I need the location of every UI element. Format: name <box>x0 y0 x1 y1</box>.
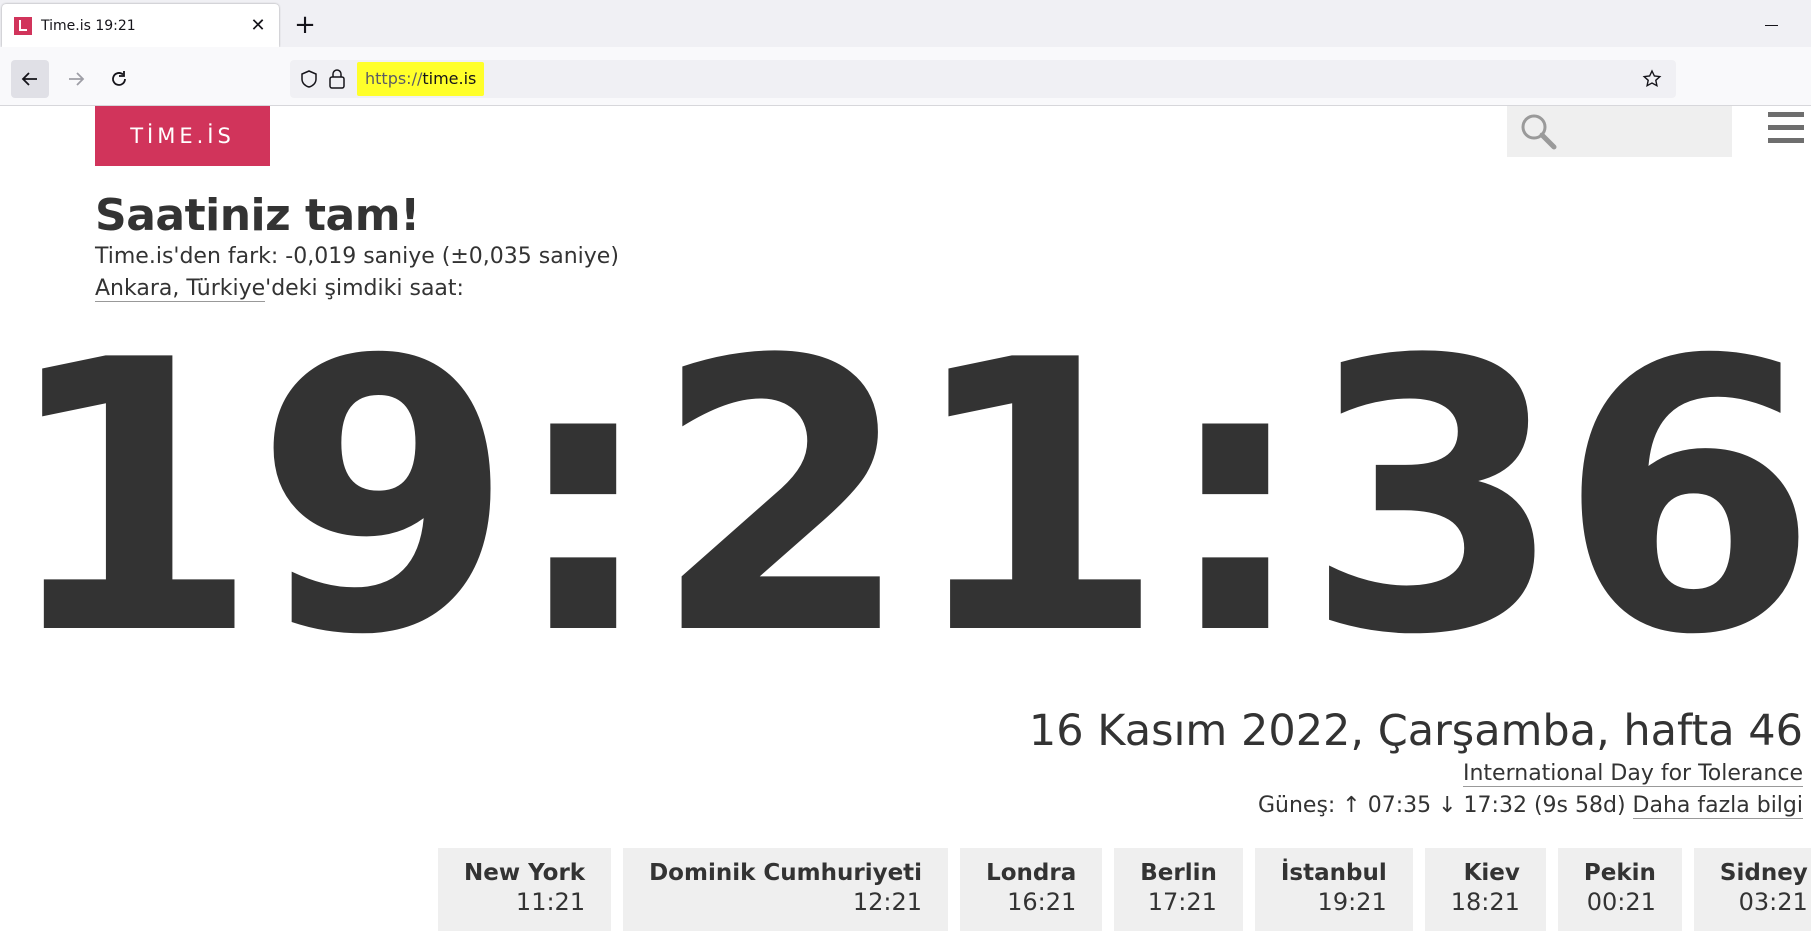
forward-button[interactable] <box>57 60 95 98</box>
reload-icon <box>112 71 126 86</box>
search-box[interactable] <box>1507 106 1732 157</box>
more-info-link[interactable]: Daha fazla bilgi <box>1632 793 1803 819</box>
url-text[interactable]: https://time.is <box>357 62 485 96</box>
tab-title: Time.is 19:21 <box>41 17 136 34</box>
city-clock[interactable]: Dominik Cumhuriyeti 12:21 <box>623 848 949 931</box>
city-name: Sidney <box>1719 860 1808 886</box>
city-name: Kiev <box>1463 860 1520 886</box>
city-time: 11:21 <box>515 888 586 916</box>
city-time: 18:21 <box>1450 888 1520 916</box>
city-clock[interactable]: Berlin 17:21 <box>1114 848 1243 931</box>
city-clock[interactable]: Kiev 18:21 <box>1424 848 1546 931</box>
city-clock[interactable]: Pekin 00:21 <box>1557 848 1682 931</box>
arrow-left-icon <box>21 72 37 86</box>
tracking-shield-icon[interactable] <box>299 69 319 89</box>
minimize-window-button[interactable] <box>1763 12 1783 32</box>
city-time: 17:21 <box>1147 888 1217 916</box>
city-clock[interactable]: Sidney 03:21 <box>1693 848 1811 931</box>
url-scheme: https:// <box>365 69 423 88</box>
timeis-favicon-icon <box>14 16 32 35</box>
city-time: 16:21 <box>1007 888 1077 916</box>
url-host: time.is <box>422 69 477 88</box>
city-name: Londra <box>986 860 1077 886</box>
city-time: 12:21 <box>852 888 923 916</box>
close-tab-icon[interactable]: ✕ <box>245 13 271 39</box>
search-icon <box>1521 114 1557 150</box>
current-time-clock: 19:21:36 <box>0 282 1811 717</box>
sun-times-text: Güneş: ↑ 07:35 ↓ 17:32 (9s 58d) <box>1257 793 1633 818</box>
event-link[interactable]: International Day for Tolerance <box>1463 761 1803 787</box>
page-title: Saatiniz tam! <box>95 190 420 241</box>
hamburger-menu-icon[interactable] <box>1768 110 1804 146</box>
address-bar[interactable]: https://time.is <box>290 60 1676 98</box>
arrow-right-icon <box>69 72 85 86</box>
browser-tab-bar: Time.is 19:21 ✕ + <box>0 0 1811 47</box>
city-time: 00:21 <box>1586 888 1656 916</box>
bookmark-star-icon[interactable] <box>1642 69 1662 89</box>
city-name: Pekin <box>1583 860 1656 886</box>
city-clock[interactable]: İstanbul 19:21 <box>1254 848 1413 931</box>
sync-status: Time.is'den fark: -0,019 saniye (±0,035 … <box>95 244 619 269</box>
sun-times: Güneş: ↑ 07:35 ↓ 17:32 (9s 58d) Daha faz… <box>1257 793 1803 819</box>
current-date: 16 Kasım 2022, Çarşamba, hafta 46 <box>1028 706 1803 756</box>
city-name: Berlin <box>1140 860 1217 886</box>
city-clock[interactable]: New York 11:21 <box>438 848 612 931</box>
city-time: 03:21 <box>1738 888 1808 916</box>
world-clocks: New York 11:21 Dominik Cumhuriyeti 12:21… <box>438 848 1811 931</box>
city-time: 19:21 <box>1317 888 1387 916</box>
back-button[interactable] <box>11 60 49 98</box>
browser-nav-bar: https://time.is <box>0 47 1811 106</box>
site-logo[interactable]: TİME.İS <box>95 106 270 166</box>
lock-icon[interactable] <box>328 68 346 90</box>
city-clock[interactable]: Londra 16:21 <box>960 848 1103 931</box>
new-tab-button[interactable]: + <box>290 10 320 40</box>
reload-button[interactable] <box>100 60 138 98</box>
city-name: Dominik Cumhuriyeti <box>649 860 923 886</box>
event-line: International Day for Tolerance <box>1463 761 1803 787</box>
city-name: New York <box>464 860 586 886</box>
browser-tab[interactable]: Time.is 19:21 ✕ <box>2 4 279 47</box>
city-name: İstanbul <box>1280 860 1387 886</box>
